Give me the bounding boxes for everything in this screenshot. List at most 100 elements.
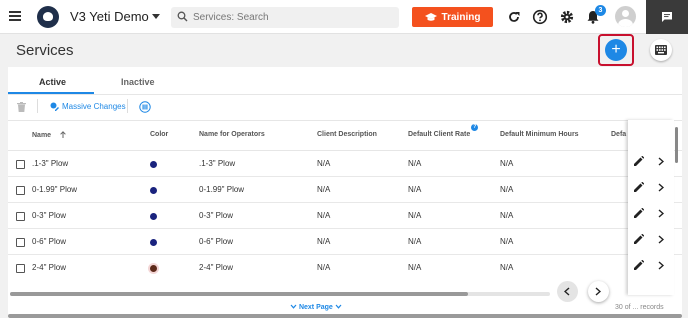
keyboard-icon xyxy=(655,45,667,55)
refresh-icon[interactable] xyxy=(506,9,522,25)
row-checkbox[interactable] xyxy=(16,212,25,221)
row-checkbox[interactable] xyxy=(16,264,25,273)
help-info-icon[interactable]: ? xyxy=(471,124,479,131)
next-page-label: Next Page xyxy=(298,304,333,311)
column-header-name-label: Name xyxy=(32,132,52,139)
app-title[interactable]: V3 Yeti Demo xyxy=(70,9,149,24)
search-input[interactable] xyxy=(193,9,393,26)
cell-client-rate: N/A xyxy=(408,185,422,194)
chat-button[interactable] xyxy=(646,0,688,34)
training-label: Training xyxy=(441,11,481,23)
settings-gear-icon[interactable] xyxy=(559,9,575,25)
table-row[interactable]: 0-3" Plow 0-3" Plow N/A N/A N/A xyxy=(8,203,682,229)
delete-trash-icon[interactable] xyxy=(17,102,26,112)
notifications-count-badge: 3 xyxy=(595,5,606,16)
row-checkbox[interactable] xyxy=(16,238,25,247)
app-switcher-chevron-icon[interactable] xyxy=(152,14,160,19)
cell-min-hours: N/A xyxy=(500,185,514,194)
tabs-divider xyxy=(8,94,682,95)
column-header-operator-name[interactable]: Name for Operators xyxy=(199,131,265,138)
column-header-color[interactable]: Color xyxy=(150,131,168,138)
search-icon xyxy=(177,11,188,22)
toolbar-divider xyxy=(127,99,128,113)
edit-pencil-icon[interactable] xyxy=(634,208,644,218)
color-swatch xyxy=(150,161,157,168)
user-avatar[interactable] xyxy=(615,6,636,27)
cell-client-description: N/A xyxy=(317,237,331,246)
help-icon[interactable] xyxy=(532,9,548,25)
table-row[interactable]: 0-1.99" Plow 0-1.99" Plow N/A N/A N/A xyxy=(8,177,682,203)
horizontal-scrollbar-thumb[interactable] xyxy=(10,292,468,296)
cell-operator-name: 0-6" Plow xyxy=(199,237,233,246)
color-swatch xyxy=(150,187,157,194)
cell-min-hours: N/A xyxy=(500,159,514,168)
cell-client-rate: N/A xyxy=(408,159,422,168)
color-swatch xyxy=(150,265,157,272)
edit-changes-icon xyxy=(50,102,59,111)
chevron-down-icon xyxy=(335,304,342,309)
chevron-right-icon[interactable] xyxy=(658,235,664,244)
cell-name: .1-3" Plow xyxy=(32,159,69,168)
column-header-min-hours[interactable]: Default Minimum Hours xyxy=(500,131,579,138)
chevron-left-icon xyxy=(564,287,570,296)
table-row[interactable]: 2-4" Plow 2-4" Plow N/A N/A N/A xyxy=(8,255,682,281)
table-row[interactable]: .1-3" Plow .1-3" Plow N/A N/A N/A xyxy=(8,151,682,177)
column-header-name[interactable]: Name xyxy=(32,131,66,139)
app-logo xyxy=(37,6,59,28)
cell-operator-name: .1-3" Plow xyxy=(199,159,236,168)
menu-icon[interactable] xyxy=(9,11,21,21)
scroll-right-button[interactable] xyxy=(588,281,609,302)
training-button[interactable]: Training xyxy=(412,7,493,27)
chevron-right-icon[interactable] xyxy=(658,157,664,166)
cell-client-rate: N/A xyxy=(408,211,422,220)
page-title: Services xyxy=(16,42,74,59)
color-swatch xyxy=(150,239,157,246)
page-horizontal-scrollbar[interactable] xyxy=(8,314,682,318)
edit-pencil-icon[interactable] xyxy=(634,260,644,270)
cell-min-hours: N/A xyxy=(500,211,514,220)
edit-pencil-icon[interactable] xyxy=(634,182,644,192)
column-header-client-rate[interactable]: Default Client Rate? xyxy=(408,124,479,138)
column-header-truncated[interactable]: Defa xyxy=(611,131,626,138)
cell-min-hours: N/A xyxy=(500,263,514,272)
edit-pencil-icon[interactable] xyxy=(634,156,644,166)
massive-changes-button[interactable]: Massive Changes xyxy=(50,102,126,111)
cell-client-description: N/A xyxy=(317,185,331,194)
cell-client-rate: N/A xyxy=(408,237,422,246)
cell-client-description: N/A xyxy=(317,211,331,220)
keyboard-shortcuts-button[interactable] xyxy=(650,39,672,61)
color-swatch xyxy=(150,213,157,220)
tab-active[interactable]: Active xyxy=(39,77,66,87)
column-header-client-description[interactable]: Client Description xyxy=(317,131,377,138)
vertical-scrollbar[interactable] xyxy=(675,127,678,163)
tab-inactive[interactable]: Inactive xyxy=(121,77,155,87)
records-count: 30 of ... records xyxy=(615,304,664,311)
table-row[interactable]: 0-6" Plow 0-6" Plow N/A N/A N/A xyxy=(8,229,682,255)
add-service-button[interactable]: + xyxy=(605,39,627,61)
columns-settings-icon[interactable] xyxy=(139,101,151,113)
cell-name: 2-4" Plow xyxy=(32,263,66,272)
cell-name: 0-1.99" Plow xyxy=(32,185,78,194)
cell-client-description: N/A xyxy=(317,159,331,168)
graduation-cap-icon xyxy=(424,12,437,21)
cell-client-rate: N/A xyxy=(408,263,422,272)
cell-operator-name: 0-1.99" Plow xyxy=(199,185,245,194)
cell-operator-name: 2-4" Plow xyxy=(199,263,233,272)
cell-name: 0-3" Plow xyxy=(32,211,66,220)
next-page-link[interactable]: Next Page xyxy=(290,304,342,311)
massive-changes-label: Massive Changes xyxy=(62,102,126,111)
toolbar-divider xyxy=(37,99,38,113)
row-checkbox[interactable] xyxy=(16,160,25,169)
chevron-down-icon xyxy=(290,304,297,309)
row-checkbox[interactable] xyxy=(16,186,25,195)
search-box[interactable] xyxy=(171,7,399,28)
scroll-left-button[interactable] xyxy=(557,281,578,302)
sort-ascending-icon[interactable] xyxy=(60,131,66,138)
chevron-right-icon[interactable] xyxy=(658,209,664,218)
chevron-right-icon[interactable] xyxy=(658,183,664,192)
chevron-right-icon[interactable] xyxy=(658,261,664,270)
chevron-right-icon xyxy=(595,287,601,296)
edit-pencil-icon[interactable] xyxy=(634,234,644,244)
column-header-client-rate-label: Default Client Rate xyxy=(408,131,471,138)
toolbar-divider-line xyxy=(8,120,682,121)
